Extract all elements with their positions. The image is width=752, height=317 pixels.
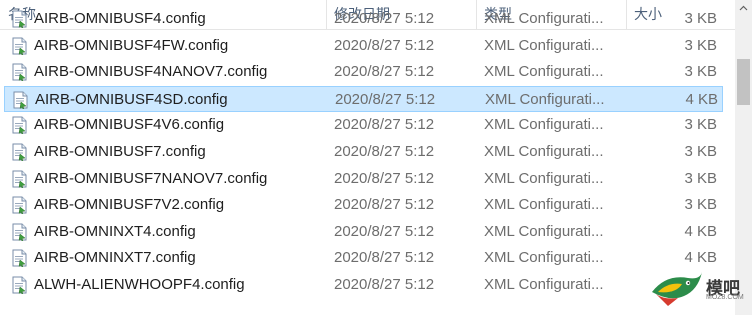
file-name: AIRB-OMNINXT7.config xyxy=(34,249,196,267)
config-file-icon xyxy=(11,276,28,295)
file-row[interactable]: AIRB-OMNIBUSF7NANOV7.config 2020/8/27 5:… xyxy=(4,166,723,192)
file-name: AIRB-OMNIBUSF4.config xyxy=(34,10,206,27)
file-name: AIRB-OMNIBUSF4FW.config xyxy=(34,36,229,54)
watermark-logo: 模吧 MOZ8.COM xyxy=(648,266,748,312)
file-type: XML Configurati... xyxy=(485,90,605,108)
file-date: 2020/8/27 5:12 xyxy=(334,169,435,187)
file-row[interactable]: AIRB-OMNIBUSF4.config 2020/8/27 5:12 XML… xyxy=(4,6,723,32)
file-date: 2020/8/27 5:12 xyxy=(334,249,435,267)
file-row[interactable]: AIRB-OMNIBUSF4FW.config 2020/8/27 5:12 X… xyxy=(4,33,723,59)
config-file-icon xyxy=(11,63,28,82)
scrollbar-thumb[interactable] xyxy=(737,59,750,105)
config-file-icon xyxy=(11,249,28,268)
file-size: 4 KB xyxy=(685,90,718,108)
file-size: 3 KB xyxy=(684,196,717,214)
config-file-icon xyxy=(11,143,28,162)
bird-logo-icon xyxy=(652,272,702,306)
file-type: XML Configurati... xyxy=(484,276,604,293)
config-file-icon xyxy=(11,116,28,135)
file-type: XML Configurati... xyxy=(484,196,604,214)
file-row[interactable]: AIRB-OMNIBUSF7.config 2020/8/27 5:12 XML… xyxy=(4,139,723,165)
config-file-icon xyxy=(11,223,28,242)
config-file-icon xyxy=(11,10,28,29)
file-size: 3 KB xyxy=(684,63,717,81)
file-date: 2020/8/27 5:12 xyxy=(334,116,435,134)
file-row[interactable]: AIRB-OMNIBUSF4V6.config 2020/8/27 5:12 X… xyxy=(4,112,723,138)
file-type: XML Configurati... xyxy=(484,249,604,267)
file-size: 3 KB xyxy=(684,10,717,27)
file-type: XML Configurati... xyxy=(484,10,604,27)
config-file-icon xyxy=(11,170,28,188)
watermark-url: MOZ8.COM xyxy=(706,294,744,301)
config-file-icon xyxy=(11,196,28,215)
file-type: XML Configurati... xyxy=(484,63,604,81)
file-name: AIRB-OMNIBUSF4V6.config xyxy=(34,116,225,134)
file-date: 2020/8/27 5:12 xyxy=(334,63,435,81)
file-name: AIRB-OMNIBUSF7V2.config xyxy=(34,196,225,214)
scroll-up-arrow-icon[interactable] xyxy=(735,0,752,17)
file-date: 2020/8/27 5:12 xyxy=(334,36,435,54)
file-type: XML Configurati... xyxy=(484,222,604,240)
file-size: 3 KB xyxy=(684,143,717,160)
file-date: 2020/8/27 5:12 xyxy=(334,10,435,27)
file-type: XML Configurati... xyxy=(484,143,604,160)
file-date: 2020/8/27 5:12 xyxy=(334,196,435,214)
file-name: AIRB-OMNIBUSF7.config xyxy=(34,143,206,160)
file-row[interactable]: AIRB-OMNIBUSF7V2.config 2020/8/27 5:12 X… xyxy=(4,192,723,218)
file-row[interactable]: AIRB-OMNINXT4.config 2020/8/27 5:12 XML … xyxy=(4,219,723,245)
file-name: AIRB-OMNINXT4.config xyxy=(34,222,196,240)
file-size: 3 KB xyxy=(684,116,717,134)
file-row[interactable]: AIRB-OMNIBUSF4SD.config 2020/8/27 5:12 X… xyxy=(4,85,723,112)
file-date: 2020/8/27 5:12 xyxy=(334,276,435,293)
file-date: 2020/8/27 5:12 xyxy=(334,143,435,160)
file-row[interactable]: AIRB-OMNIBUSF4NANOV7.config 2020/8/27 5:… xyxy=(4,59,723,85)
file-name: ALWH-ALIENWHOOPF4.config xyxy=(34,276,245,293)
file-name: AIRB-OMNIBUSF4SD.config xyxy=(35,90,228,108)
file-row[interactable]: AIRB-OMNINXT7.config 2020/8/27 5:12 XML … xyxy=(4,245,723,271)
file-size: 3 KB xyxy=(684,36,717,54)
file-row[interactable]: ALWH-ALIENWHOOPF4.config 2020/8/27 5:12 … xyxy=(4,272,723,298)
file-size: 3 KB xyxy=(684,169,717,187)
config-file-icon xyxy=(11,37,28,55)
file-type: XML Configurati... xyxy=(484,36,604,54)
file-type: XML Configurati... xyxy=(484,116,604,134)
file-name: AIRB-OMNIBUSF4NANOV7.config xyxy=(34,63,268,81)
file-type: XML Configurati... xyxy=(484,169,604,187)
file-date: 2020/8/27 5:12 xyxy=(334,222,435,240)
file-size: 4 KB xyxy=(684,222,717,240)
file-name: AIRB-OMNIBUSF7NANOV7.config xyxy=(34,169,268,187)
config-file-icon xyxy=(12,91,29,110)
file-date: 2020/8/27 5:12 xyxy=(335,90,436,108)
